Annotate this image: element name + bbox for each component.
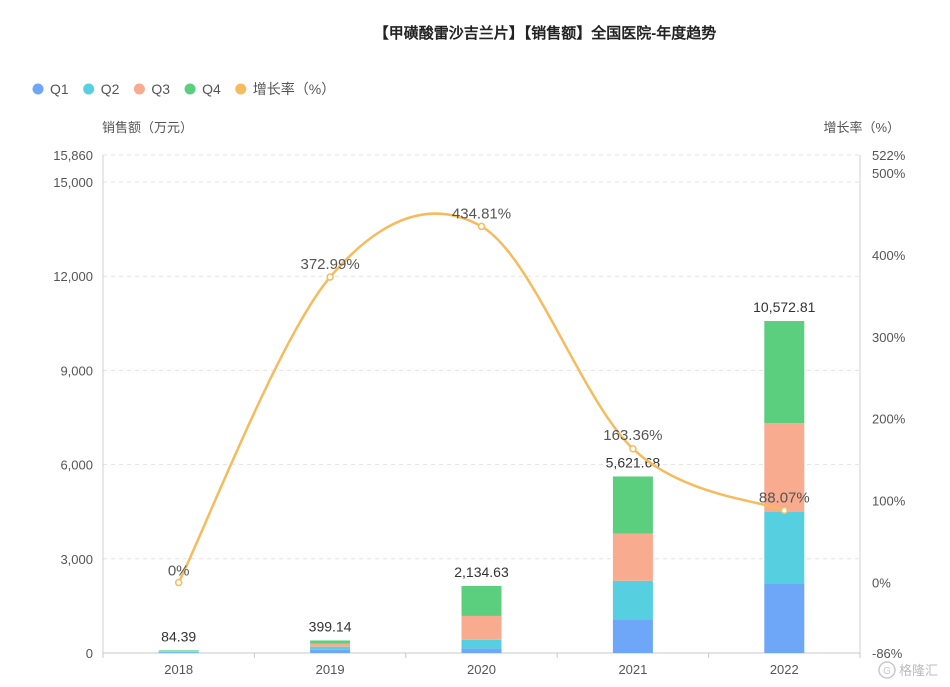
y-tick-label-4: 12,000 [53,269,93,284]
legend-label-2: Q3 [151,81,170,97]
growth-point-2 [477,222,486,231]
growth-point-4 [780,506,789,515]
bar-Q3-2020 [461,615,502,640]
y-tick-label-0: 0 [86,646,93,661]
bar-Q2-2021 [612,580,653,620]
growth-point-0 [174,578,183,587]
growth-label-0: 0% [168,563,190,580]
bar-total-label-0: 84.39 [161,628,196,644]
growth-line-path [177,212,785,584]
bar-total-label-4: 10,572.81 [753,299,815,315]
growth-label-3: 163.36% [603,427,662,444]
bar-Q1-2020 [461,648,502,653]
chart: 【甲磺酸雷沙吉兰片】【销售额】全国医院-年度趋势 Q1 Q2 Q3 Q4 增长率（%） … [32,24,938,679]
legend-label-4: 增长率（%） [253,81,335,97]
bar-total-label-1: 399.14 [309,618,352,634]
legend-marker-4 [235,83,247,95]
y-tick-label-1: 3,000 [60,552,93,567]
y2-tick-label-1: 0% [872,576,891,591]
legend-label-3: Q4 [202,81,221,97]
y2-tick-label-6: 500% [872,166,906,181]
y2-tick-label-0: -86% [872,646,903,661]
bar-Q3-2018 [158,651,199,652]
y-tick-label-6: 15,860 [53,148,93,163]
x-tick-label-2: 2020 [467,662,496,677]
watermark: G 格隆汇 [878,661,938,679]
bar-Q2-2018 [158,651,199,653]
y2-tick-label-5: 400% [872,248,906,263]
legend-marker-2 [133,83,145,95]
x-tick-label-0: 2018 [164,662,193,677]
bar-Q3-2021 [612,533,653,581]
y-tick-label-3: 9,000 [60,363,93,378]
bar-Q4-2019 [310,640,351,644]
bar-Q3-2019 [310,643,351,647]
bar-total-label-2: 2,134.63 [454,564,509,580]
legend-marker-1 [83,83,95,95]
growth-label-4: 88.07% [759,489,810,506]
legend-marker-3 [184,83,196,95]
y-tick-label-5: 15,000 [53,175,93,190]
bar-Q2-2022 [764,512,805,584]
y-tick-label-2: 6,000 [60,458,93,473]
growth-line: 0% 372.99% 434.81% 163.36% 88.07% [168,205,810,587]
y2-axis: -86% 0% 100% 200% 300% 400% 500% 522% [859,148,906,661]
legend-marker-0 [32,83,44,95]
growth-label-2: 434.81% [452,205,511,222]
legend-label-1: Q2 [101,81,120,97]
legend: Q1 Q2 Q3 Q4 增长率（%） [32,81,335,97]
x-tick-label-1: 2019 [316,662,345,677]
bar-Q4-2018 [158,650,199,652]
x-tick-label-3: 2021 [618,662,647,677]
y2-tick-label-4: 300% [872,330,906,345]
chart-title: 【甲磺酸雷沙吉兰片】【销售额】全国医院-年度趋势 [374,24,717,42]
y2-tick-label-7: 522% [872,148,906,163]
y2-tick-label-2: 100% [872,494,906,509]
bar-Q2-2019 [310,646,351,650]
x-axis: 2018 2019 2020 2021 2022 [102,652,861,677]
bar-total-label-3: 5,621.68 [606,454,661,470]
growth-point-3 [629,445,637,453]
growth-label-1: 372.99% [300,256,359,273]
bar-Q1-2022 [764,583,805,653]
bar-Q1-2021 [612,619,653,653]
bar-Q4-2021 [612,476,653,534]
bar-Q1-2019 [310,649,351,653]
x-tick-label-4: 2022 [770,662,799,677]
bar-Q4-2022 [764,321,805,424]
bar-Q2-2020 [461,639,502,649]
y-axis-title: 销售额（万元） [102,120,193,135]
svg-text:G: G [883,666,891,677]
bar-Q4-2020 [461,585,502,616]
watermark-text: 格隆汇 [899,663,938,678]
y-axis: 0 3,000 6,000 9,000 12,000 15,000 15,860 [53,148,104,661]
y2-axis-title: 增长率（%） [823,120,900,135]
legend-label-0: Q1 [50,81,69,97]
bar-Q1-2018 [158,652,199,653]
growth-point-1 [326,273,334,281]
y2-tick-label-3: 200% [872,412,906,427]
